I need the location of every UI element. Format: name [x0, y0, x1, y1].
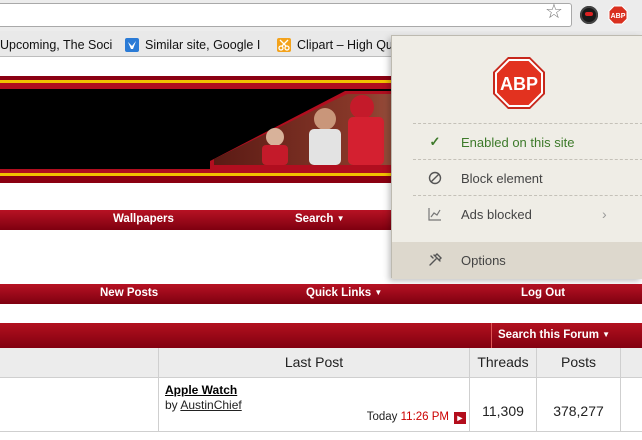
check-icon: ✓	[429, 134, 441, 149]
nav-new-posts[interactable]: New Posts	[100, 287, 158, 299]
scissors-icon	[277, 38, 291, 52]
go-to-post-icon[interactable]: ►	[454, 412, 466, 424]
nav-log-out[interactable]: Log Out	[521, 287, 565, 299]
chevron-down-icon: ▼	[336, 214, 345, 223]
forum-table-header: Last Post Threads Posts	[0, 348, 642, 378]
secondary-navbar: New Posts Quick Links ▼ Log Out	[0, 284, 642, 304]
nav-quick-links-label: Quick Links	[306, 287, 372, 299]
browser-toolbar: ☆ ABP	[0, 0, 642, 31]
posts-count: 378,277	[553, 403, 604, 419]
abp-enabled-label: Enabled on this site	[461, 135, 575, 150]
abp-enabled-toggle[interactable]: ✓ Enabled on this site	[392, 124, 642, 160]
adblock-plus-popup: ABP ✓ Enabled on this site Block element…	[391, 35, 642, 279]
abp-options-button[interactable]: Options	[392, 242, 642, 279]
table-row	[0, 432, 642, 440]
threads-cell: 11,309	[469, 378, 536, 432]
last-post-timestamp: Today 11:26 PM	[367, 411, 449, 423]
last-post-day: Today	[366, 411, 398, 423]
bookmark-upcoming[interactable]: Upcoming, The Soci	[0, 36, 112, 54]
wrench-icon	[429, 253, 442, 266]
bookmark-label: Clipart – High Qu	[297, 38, 392, 52]
address-bar[interactable]	[0, 3, 572, 27]
nav-search-label: Search	[295, 213, 334, 225]
abp-options-label: Options	[461, 253, 506, 268]
by-label: by	[165, 398, 178, 412]
last-post-thread-link[interactable]: Apple Watch	[165, 383, 237, 397]
threads-count: 11,309	[482, 403, 524, 419]
table-row: Apple Watch by AustinChief Today 11:26 P…	[0, 378, 642, 432]
column-last-post: Last Post	[158, 348, 469, 378]
adblock-plus-logo: ABP	[493, 57, 545, 109]
last-post-time: 11:26 PM	[400, 411, 449, 423]
block-icon	[428, 171, 442, 185]
abp-logo-text: ABP	[500, 74, 538, 94]
bird-icon	[125, 38, 139, 52]
chart-icon	[428, 208, 441, 221]
posts-cell: 378,277	[536, 378, 621, 432]
last-post-author: by AustinChief	[165, 398, 242, 412]
column-threads: Threads	[469, 348, 536, 378]
chevron-down-icon: ▼	[374, 288, 383, 297]
chevron-down-icon: ▼	[602, 330, 611, 339]
abp-block-element-label: Block element	[461, 171, 543, 186]
abp-block-element[interactable]: Block element	[392, 160, 642, 196]
search-this-forum-label: Search this Forum	[498, 329, 599, 341]
star-icon[interactable]: ☆	[545, 2, 563, 22]
bookmark-clipart[interactable]: Clipart – High Qu	[277, 36, 392, 54]
author-link[interactable]: AustinChief	[180, 398, 241, 412]
nav-search[interactable]: Search ▼	[295, 213, 344, 225]
extension-ninja-icon[interactable]	[580, 6, 598, 24]
nav-wallpapers[interactable]: Wallpapers	[113, 213, 174, 225]
bookmark-similar-site[interactable]: Similar site, Google I	[125, 36, 260, 54]
nav-quick-links[interactable]: Quick Links ▼	[306, 287, 382, 299]
column-posts: Posts	[536, 348, 621, 378]
adblock-plus-extension-icon[interactable]: ABP	[608, 5, 628, 25]
bookmark-label: Similar site, Google I	[145, 38, 260, 52]
last-post-cell: Apple Watch by AustinChief Today 11:26 P…	[158, 378, 469, 432]
search-this-forum-button[interactable]: Search this Forum ▼	[491, 323, 619, 348]
forum-header-bar: Search this Forum ▼	[0, 323, 642, 348]
abp-ads-blocked[interactable]: Ads blocked ›	[392, 196, 642, 232]
chevron-right-icon: ›	[602, 206, 607, 222]
abp-ads-blocked-label: Ads blocked	[461, 207, 532, 222]
abp-badge-text: ABP	[611, 13, 626, 20]
bookmark-label: Upcoming, The Soci	[0, 38, 112, 52]
